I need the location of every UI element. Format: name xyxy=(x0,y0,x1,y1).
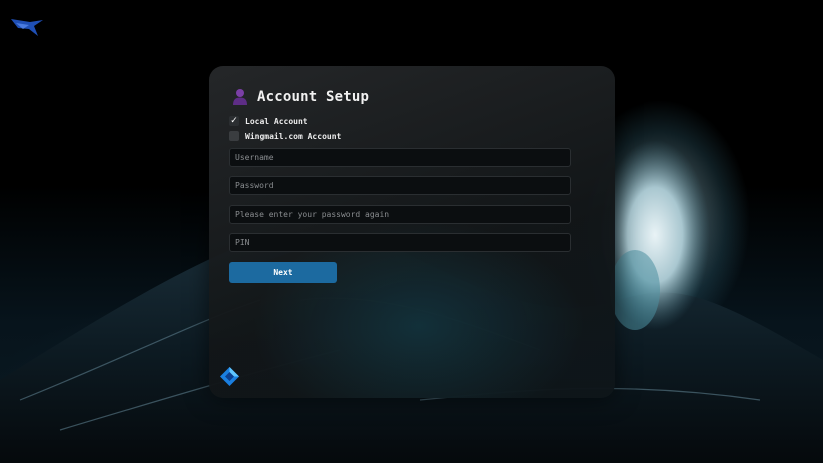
wingmail-account-label: Wingmail.com Account xyxy=(245,131,342,141)
wingmail-account-option[interactable]: Wingmail.com Account xyxy=(229,131,341,141)
password-field[interactable] xyxy=(229,176,571,195)
wingmail-account-checkbox[interactable] xyxy=(229,131,239,141)
diamond-logo-icon xyxy=(220,367,239,386)
local-account-label: Local Account xyxy=(245,116,308,126)
username-field[interactable] xyxy=(229,148,571,167)
checkmark-icon: ✓ xyxy=(230,116,238,126)
local-account-option[interactable]: ✓ Local Account xyxy=(229,116,308,126)
title-row: Account Setup xyxy=(232,88,369,105)
local-account-checkbox[interactable]: ✓ xyxy=(229,116,239,126)
bird-logo-icon xyxy=(11,19,43,36)
desktop-background: Account Setup ✓ Local Account Wingmail.c… xyxy=(0,0,823,463)
pin-field[interactable] xyxy=(229,233,571,252)
page-title: Account Setup xyxy=(257,88,370,105)
next-button[interactable]: Next xyxy=(229,262,337,283)
confirm-password-field[interactable] xyxy=(229,205,571,224)
account-setup-panel: Account Setup ✓ Local Account Wingmail.c… xyxy=(209,66,615,398)
user-silhouette-icon xyxy=(233,89,247,105)
